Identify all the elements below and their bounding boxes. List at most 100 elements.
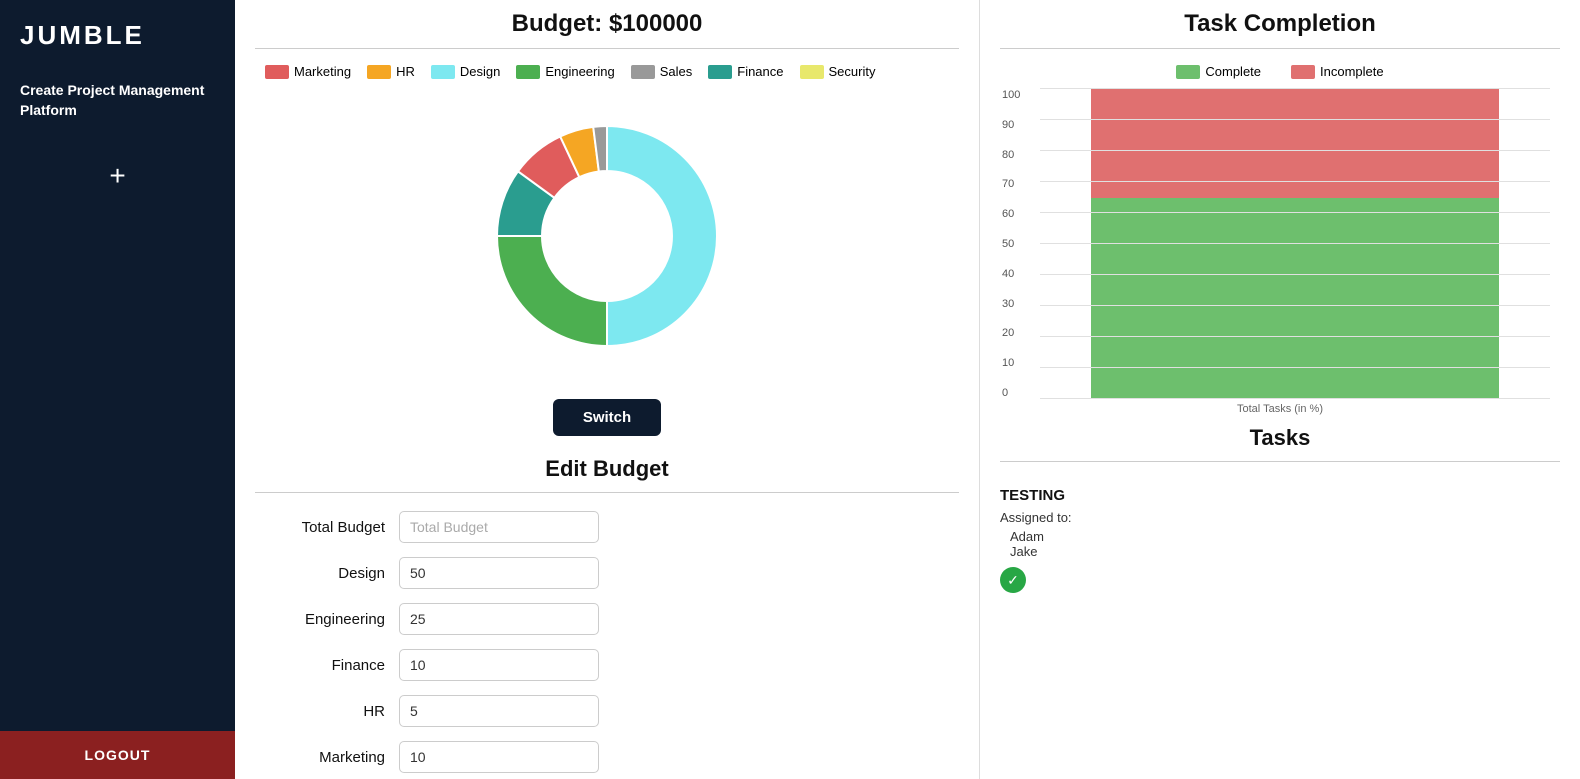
budget-divider bbox=[255, 48, 959, 49]
legend-color bbox=[431, 65, 455, 79]
y-axis-label: 40 bbox=[1002, 268, 1020, 280]
y-axis-label: 20 bbox=[1002, 327, 1020, 339]
legend-label: Security bbox=[829, 64, 876, 79]
task-name: TESTING bbox=[1000, 487, 1560, 504]
y-axis-label: 70 bbox=[1002, 178, 1020, 190]
donut-chart bbox=[462, 91, 752, 381]
legend-item: Security bbox=[800, 64, 876, 79]
grid-line bbox=[1040, 367, 1550, 368]
legend-color bbox=[1291, 65, 1315, 79]
edit-budget-title: Edit Budget bbox=[255, 456, 959, 482]
legend-label: Incomplete bbox=[1320, 64, 1384, 79]
donut-segment bbox=[497, 236, 607, 346]
task-completion-title: Task Completion bbox=[1000, 10, 1560, 38]
donut-legend: Marketing HR Design Engineering Sales Finance… bbox=[255, 64, 959, 79]
bar-legend-item: Complete bbox=[1176, 64, 1261, 79]
legend-color bbox=[367, 65, 391, 79]
y-axis-label: 0 bbox=[1002, 387, 1020, 399]
tasks-title: Tasks bbox=[1000, 425, 1560, 451]
x-axis-label: Total Tasks (in %) bbox=[1000, 403, 1560, 415]
form-input-marketing[interactable] bbox=[399, 741, 599, 773]
y-axis-label: 90 bbox=[1002, 119, 1020, 131]
form-input-finance[interactable] bbox=[399, 649, 599, 681]
grid-line bbox=[1040, 398, 1550, 399]
sidebar: JUMBLE Create Project Management Platfor… bbox=[0, 0, 235, 779]
form-input-total-budget[interactable] bbox=[399, 511, 599, 543]
budget-form: Total Budget Design Engineering Finance HR Ma… bbox=[255, 511, 959, 779]
legend-label: Engineering bbox=[545, 64, 614, 79]
add-project-button[interactable]: + bbox=[109, 160, 125, 192]
grid-line bbox=[1040, 181, 1550, 182]
form-label: Total Budget bbox=[285, 519, 385, 536]
form-label: HR bbox=[285, 703, 385, 720]
legend-label: HR bbox=[396, 64, 415, 79]
grid-line bbox=[1040, 212, 1550, 213]
legend-item: Design bbox=[431, 64, 500, 79]
legend-label: Finance bbox=[737, 64, 783, 79]
switch-button[interactable]: Switch bbox=[553, 399, 661, 436]
legend-color bbox=[1176, 65, 1200, 79]
legend-item: Marketing bbox=[265, 64, 351, 79]
form-label: Marketing bbox=[285, 749, 385, 766]
main-content: Budget: $100000 Marketing HR Design Enginee… bbox=[235, 0, 1580, 779]
legend-item: Finance bbox=[708, 64, 783, 79]
budget-panel: Budget: $100000 Marketing HR Design Enginee… bbox=[235, 0, 980, 779]
assignee-name: Adam bbox=[1010, 529, 1560, 544]
grid-line bbox=[1040, 119, 1550, 120]
task-complete-icon: ✓ bbox=[1000, 567, 1026, 593]
grid-line bbox=[1040, 88, 1550, 89]
donut-segment bbox=[607, 126, 717, 346]
legend-item: HR bbox=[367, 64, 415, 79]
complete-bar bbox=[1091, 198, 1499, 400]
form-row: Marketing bbox=[285, 741, 929, 773]
bar-legend-item: Incomplete bbox=[1291, 64, 1384, 79]
y-axis-label: 100 bbox=[1002, 89, 1020, 101]
grid-line bbox=[1040, 305, 1550, 306]
budget-title: Budget: $100000 bbox=[255, 10, 959, 38]
form-input-engineering[interactable] bbox=[399, 603, 599, 635]
legend-color bbox=[265, 65, 289, 79]
grid-line bbox=[1040, 274, 1550, 275]
form-label: Engineering bbox=[285, 611, 385, 628]
legend-item: Engineering bbox=[516, 64, 614, 79]
donut-chart-container bbox=[255, 91, 959, 381]
task-completion-divider bbox=[1000, 48, 1560, 49]
legend-color bbox=[800, 65, 824, 79]
project-title: Create Project Management Platform bbox=[15, 81, 220, 120]
edit-budget-divider bbox=[255, 492, 959, 493]
legend-item: Sales bbox=[631, 64, 693, 79]
legend-color bbox=[708, 65, 732, 79]
logo: JUMBLE bbox=[15, 20, 145, 51]
legend-label: Sales bbox=[660, 64, 693, 79]
legend-label: Complete bbox=[1205, 64, 1261, 79]
bar-chart-container: 0102030405060708090100 Total Tasks (in %… bbox=[1000, 89, 1560, 415]
form-row: Design bbox=[285, 557, 929, 589]
task-assignees: AdamJake bbox=[1000, 529, 1560, 559]
form-input-design[interactable] bbox=[399, 557, 599, 589]
legend-color bbox=[516, 65, 540, 79]
y-axis-label: 10 bbox=[1002, 357, 1020, 369]
task-card: TESTINGAssigned to:AdamJake✓ bbox=[1000, 477, 1560, 603]
grid-line bbox=[1040, 150, 1550, 151]
legend-label: Design bbox=[460, 64, 500, 79]
logout-button[interactable]: LOGOUT bbox=[0, 731, 235, 779]
y-axis-label: 30 bbox=[1002, 298, 1020, 310]
tasks-list: TESTINGAssigned to:AdamJake✓ bbox=[1000, 477, 1560, 603]
legend-color bbox=[631, 65, 655, 79]
bar-stack bbox=[1091, 89, 1499, 399]
y-axis-label: 80 bbox=[1002, 149, 1020, 161]
legend-label: Marketing bbox=[294, 64, 351, 79]
form-input-hr[interactable] bbox=[399, 695, 599, 727]
form-row: Finance bbox=[285, 649, 929, 681]
form-label: Design bbox=[285, 565, 385, 582]
grid-line bbox=[1040, 336, 1550, 337]
form-label: Finance bbox=[285, 657, 385, 674]
grid-line bbox=[1040, 243, 1550, 244]
form-row: Engineering bbox=[285, 603, 929, 635]
bar-chart-legend: Complete Incomplete bbox=[1000, 64, 1560, 79]
tasks-divider bbox=[1000, 461, 1560, 462]
form-row: Total Budget bbox=[285, 511, 929, 543]
right-panel: Task Completion Complete Incomplete 0 10 20… bbox=[980, 0, 1580, 779]
y-axis-labels: 0102030405060708090100 bbox=[1002, 89, 1020, 399]
form-row: HR bbox=[285, 695, 929, 727]
